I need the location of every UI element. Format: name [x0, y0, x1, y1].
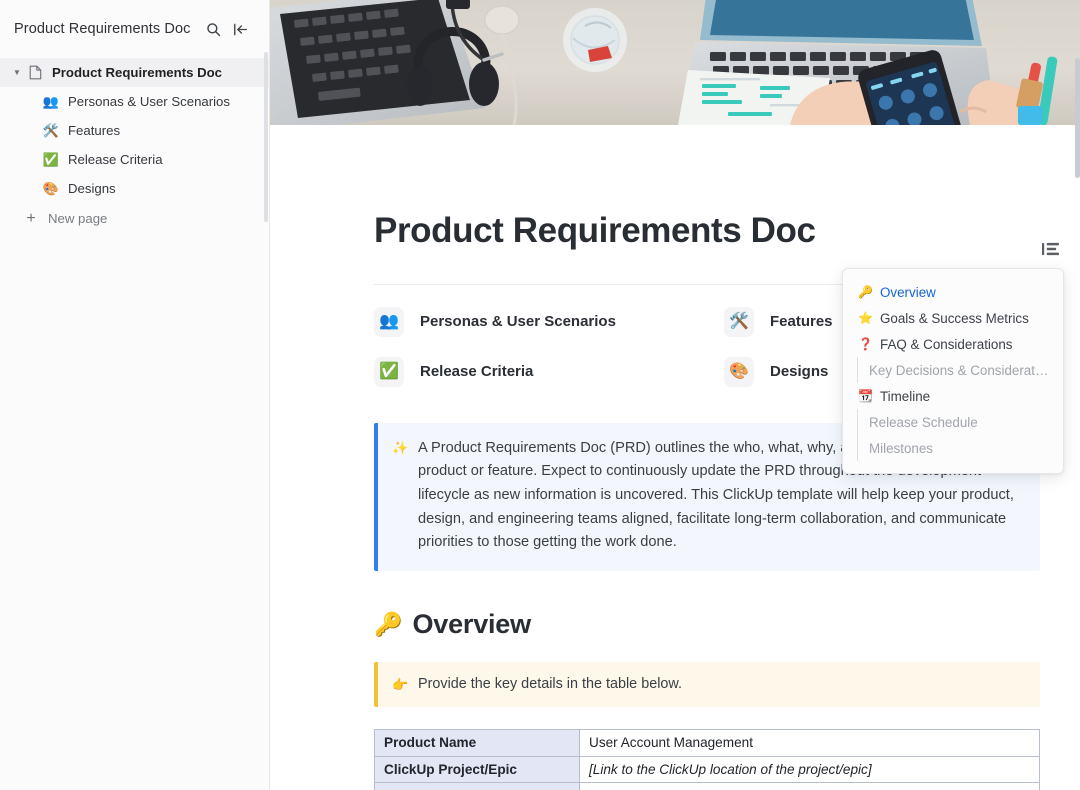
toc-item-goals-success-metrics[interactable]: ⭐ Goals & Success Metrics — [843, 305, 1063, 331]
palette-icon: 🎨 — [724, 356, 754, 387]
toc-item-label: Overview — [880, 284, 936, 300]
sidebar-item-label: Features — [68, 123, 121, 138]
tools-icon: 🛠️ — [724, 306, 754, 337]
toc-item-milestones[interactable]: Milestones — [843, 435, 1063, 461]
new-page-label: New page — [48, 211, 108, 226]
section-heading-label: Overview — [412, 608, 531, 639]
link-card-personas[interactable]: 👥 Personas & User Scenarios — [374, 301, 724, 343]
check-mark-icon: ✅ — [42, 152, 60, 167]
overview-tip-text: Provide the key details in the table bel… — [418, 676, 682, 693]
sidebar-item-designs[interactable]: 🎨 Designs — [0, 174, 269, 203]
table-of-contents-icon[interactable] — [1038, 236, 1064, 262]
document-pane: Product Requirements Doc 👥 Personas & Us… — [270, 0, 1080, 790]
doc-cover-image — [270, 0, 1080, 125]
section-heading-overview: 🔑 Overview — [374, 609, 1040, 640]
table-cell-key[interactable]: Product Name — [374, 729, 580, 757]
document-icon — [26, 64, 44, 82]
table-row[interactable]: Product Name User Account Management — [374, 729, 1040, 757]
sidebar-scrollbar[interactable] — [264, 52, 268, 222]
toc-item-label: Milestones — [869, 440, 934, 456]
overview-tip-callout: 👉 Provide the key details in the table b… — [374, 661, 1040, 708]
main-scrollbar[interactable] — [1074, 58, 1080, 178]
palette-icon: 🎨 — [42, 181, 60, 196]
toc-item-label: Key Decisions & Consideratio… — [869, 362, 1051, 378]
chevron-down-icon[interactable]: ▼ — [10, 66, 24, 80]
page-title: Product Requirements Doc — [374, 211, 816, 251]
calendar-icon: 📆 — [858, 389, 873, 403]
sidebar: Product Requirements Doc ▼ Product Requi… — [0, 0, 270, 790]
people-icon: 👥 — [42, 94, 60, 109]
sidebar-item-label: Designs — [68, 181, 116, 196]
collapse-sidebar-icon[interactable] — [229, 17, 253, 41]
question-mark-icon: ❓ — [858, 337, 873, 351]
sidebar-header: Product Requirements Doc — [0, 0, 269, 58]
key-icon: 🔑 — [858, 285, 873, 299]
new-page-button[interactable]: + New page — [0, 204, 269, 233]
table-cell-value[interactable]: [Link to the ClickUp location of the pro… — [579, 755, 1040, 784]
sidebar-title: Product Requirements Doc — [14, 21, 191, 37]
link-card-label: Features — [770, 313, 833, 331]
sidebar-item-release-criteria[interactable]: ✅ Release Criteria — [0, 145, 269, 174]
sparkles-icon: ✨ — [392, 439, 409, 455]
table-of-contents-popup: 🔑 Overview ⭐ Goals & Success Metrics ❓ F… — [842, 268, 1064, 474]
table-row[interactable]: ClickUp Project/Epic [Link to the ClickU… — [374, 755, 1040, 784]
sidebar-item-label: Personas & User Scenarios — [68, 94, 230, 109]
pointing-right-icon: 👉 — [392, 676, 409, 692]
star-icon: ⭐ — [858, 311, 873, 325]
table-cell-key[interactable]: ClickUp Project/Epic — [374, 755, 580, 784]
tools-icon: 🛠️ — [42, 123, 60, 138]
overview-table: Product Name User Account Management Cli… — [374, 729, 1040, 790]
toc-item-release-schedule[interactable]: Release Schedule — [843, 409, 1063, 435]
table-row[interactable]: Team Channel [Link to the collaboration … — [374, 782, 1040, 790]
link-card-label: Designs — [770, 363, 829, 381]
sidebar-item-personas[interactable]: 👥 Personas & User Scenarios — [0, 87, 269, 116]
link-card-release-criteria[interactable]: ✅ Release Criteria — [374, 351, 724, 393]
toc-item-timeline[interactable]: 📆 Timeline — [843, 383, 1063, 409]
sidebar-item-label: Release Criteria — [68, 152, 163, 167]
table-cell-key[interactable]: Team Channel — [374, 782, 580, 790]
check-mark-icon: ✅ — [374, 356, 404, 387]
toc-item-label: FAQ & Considerations — [880, 336, 1013, 352]
sidebar-item-label: Product Requirements Doc — [52, 65, 223, 80]
toc-item-key-decisions[interactable]: Key Decisions & Consideratio… — [843, 357, 1063, 383]
link-card-label: Release Criteria — [420, 363, 534, 381]
table-cell-value[interactable]: [Link to the collaboration group chat/ch… — [579, 782, 1040, 790]
app-root: Product Requirements Doc ▼ Product Requi… — [0, 0, 1080, 790]
sidebar-item-features[interactable]: 🛠️ Features — [0, 116, 269, 145]
toc-item-faq-considerations[interactable]: ❓ FAQ & Considerations — [843, 331, 1063, 357]
link-card-label: Personas & User Scenarios — [420, 313, 616, 331]
toc-item-label: Release Schedule — [869, 414, 978, 430]
sidebar-page-tree: ▼ Product Requirements Doc 👥 Personas & … — [0, 58, 269, 233]
toc-item-overview[interactable]: 🔑 Overview — [843, 279, 1063, 305]
people-icon: 👥 — [374, 306, 404, 337]
sidebar-item-root-doc[interactable]: ▼ Product Requirements Doc — [0, 58, 269, 87]
search-icon[interactable] — [201, 17, 225, 41]
plus-icon: + — [26, 209, 36, 227]
key-icon: 🔑 — [374, 610, 403, 637]
toc-item-label: Goals & Success Metrics — [880, 310, 1029, 326]
table-cell-value[interactable]: User Account Management — [579, 729, 1040, 757]
toc-item-label: Timeline — [880, 388, 931, 404]
